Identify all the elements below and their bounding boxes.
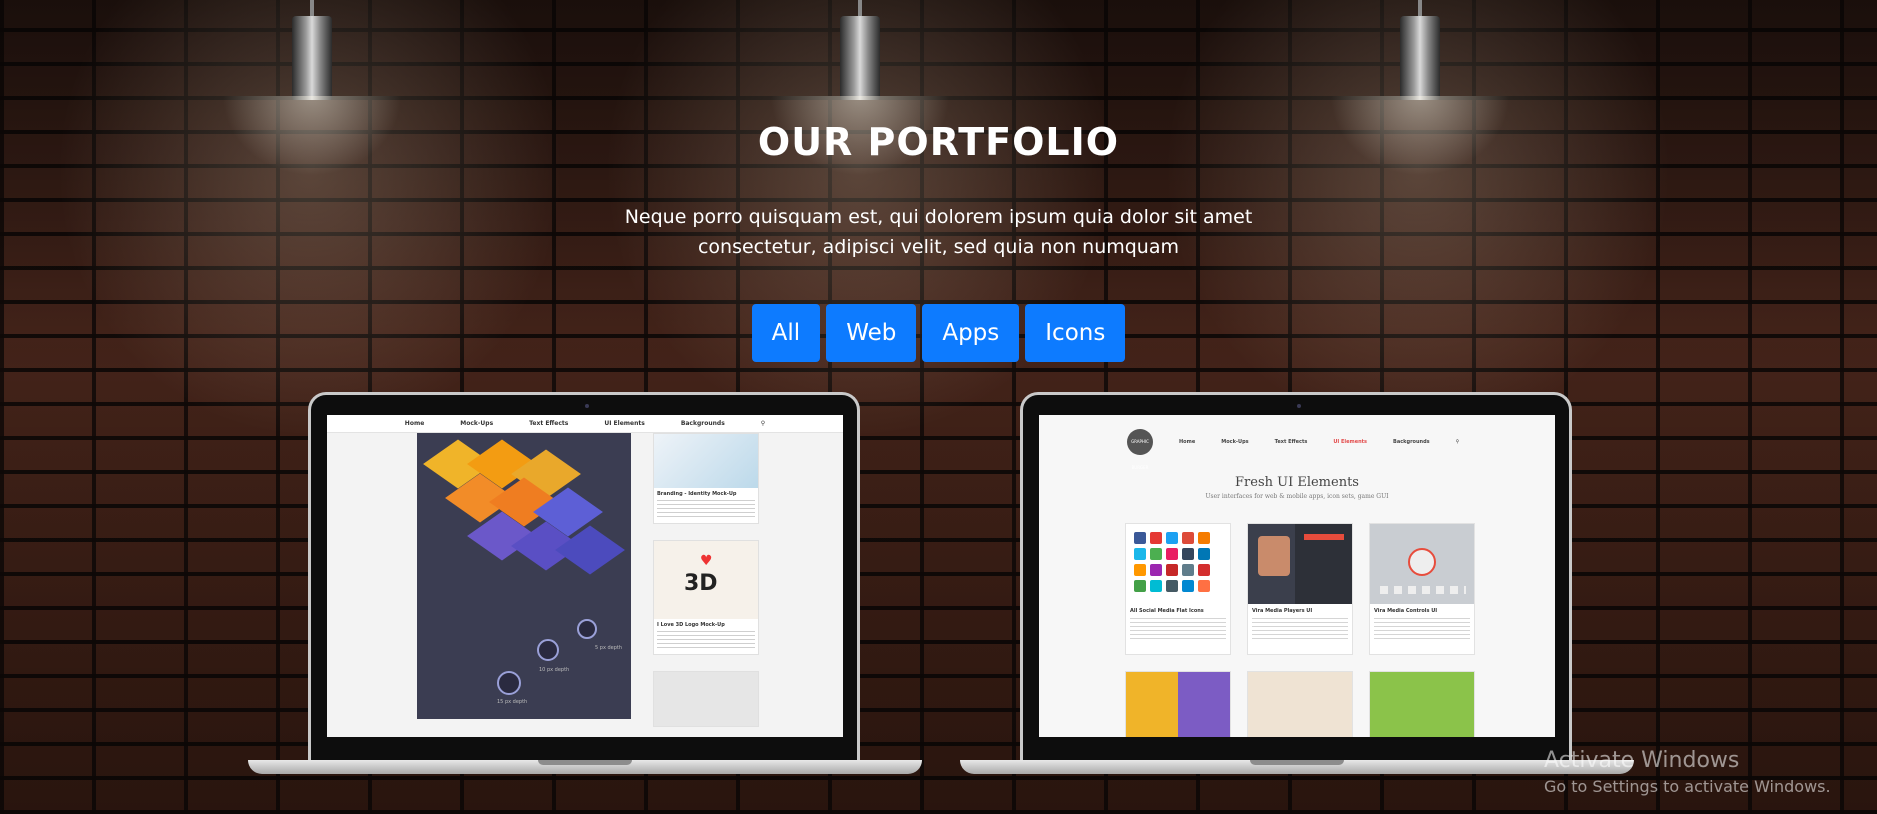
depth-label: 15 px depth — [497, 699, 528, 705]
card-caption: I Love 3D Logo Mock-Up — [657, 622, 725, 628]
card-caption: Branding - Identity Mock-Up — [657, 491, 737, 497]
screen-nav-item: Backgrounds — [1393, 439, 1430, 445]
screen-navbar: Home Mock-Ups Text Effects UI Elements B… — [1179, 439, 1459, 445]
screen-nav-item: UI Elements — [604, 420, 645, 427]
ceiling-lamp-icon — [1330, 0, 1510, 176]
screen-card — [1247, 671, 1353, 737]
filter-icons-button[interactable]: Icons — [1025, 304, 1126, 362]
search-icon: ⚲ — [1455, 439, 1460, 445]
portfolio-header: OUR PORTFOLIO Neque porro quisquam est, … — [0, 120, 1877, 262]
depth-label: 10 px depth — [539, 667, 570, 673]
screen-nav-item: Text Effects — [529, 420, 569, 427]
screen-card: Vira Media Controls UI — [1369, 523, 1475, 655]
screen-card — [653, 671, 759, 727]
ceiling-lamp-icon — [770, 0, 950, 176]
screen-card: Vira Media Players UI — [1247, 523, 1353, 655]
screen-card: ♥ 3D I Love 3D Logo Mock-Up — [653, 540, 759, 655]
filter-bar: All Web Apps Icons — [0, 304, 1877, 362]
site-logo: GRAPHIC BURGER — [1127, 429, 1153, 470]
screen-card — [1125, 671, 1231, 737]
ceiling-lamp-icon — [222, 0, 402, 176]
screen-heading: Fresh UI Elements User interfaces for we… — [1039, 415, 1555, 500]
screen-card: Branding - Identity Mock-Up — [653, 433, 759, 524]
screen-card-column: Branding - Identity Mock-Up ♥ 3D I Love … — [653, 433, 759, 737]
portfolio-item-laptop-right[interactable]: GRAPHIC BURGER Home Mock-Ups Text Effect… — [960, 392, 1634, 782]
screen-heading-subtitle: User interfaces for web & mobile apps, i… — [1205, 493, 1389, 500]
page-subtitle: Neque porro quisquam est, qui dolorem ip… — [624, 206, 1253, 258]
screen-card — [1369, 671, 1475, 737]
screen-nav-item: Mock-Ups — [1221, 439, 1249, 445]
screen-card: All Social Media Flat Icons — [1125, 523, 1231, 655]
watermark-subtitle: Go to Settings to activate Windows. — [1544, 777, 1831, 796]
laptop-screen-left: Home Mock-Ups Text Effects UI Elements B… — [327, 415, 843, 737]
screen-nav-item: UI Elements — [1333, 439, 1368, 445]
screen-nav-item: Mock-Ups — [460, 420, 494, 427]
screen-nav-item: Home — [404, 420, 425, 427]
card-caption: Vira Media Controls UI — [1374, 608, 1438, 614]
laptop-screen-right: GRAPHIC BURGER Home Mock-Ups Text Effect… — [1039, 415, 1555, 737]
screen-card-grid: All Social Media Flat Icons Vira Media P… — [1125, 523, 1475, 737]
laptop-lid: GRAPHIC BURGER Home Mock-Ups Text Effect… — [1020, 392, 1572, 762]
filter-web-button[interactable]: Web — [826, 304, 917, 362]
camera-icon — [585, 404, 589, 408]
social-icons-image — [1126, 524, 1230, 600]
portfolio-item-laptop-left[interactable]: Home Mock-Ups Text Effects UI Elements B… — [248, 392, 922, 782]
filter-apps-button[interactable]: Apps — [922, 304, 1020, 362]
laptop-base — [960, 760, 1634, 774]
page-title: OUR PORTFOLIO — [757, 120, 1120, 164]
screen-nav-item: Backgrounds — [680, 420, 725, 427]
camera-icon — [1297, 404, 1301, 408]
screen-heading-title: Fresh UI Elements — [1235, 475, 1359, 490]
depth-label: 5 px depth — [595, 645, 623, 651]
isometric-mockup-image: 5 px depth 10 px depth 15 px depth — [417, 433, 631, 719]
windows-activation-watermark: Activate Windows Go to Settings to activ… — [1544, 748, 1831, 796]
laptop-lid: Home Mock-Ups Text Effects UI Elements B… — [308, 392, 860, 762]
card-caption: Vira Media Players UI — [1252, 608, 1313, 614]
search-icon: ⚲ — [760, 420, 766, 427]
watermark-title: Activate Windows — [1544, 748, 1740, 773]
screen-nav-item: Text Effects — [1274, 439, 1308, 445]
screen-navbar: Home Mock-Ups Text Effects UI Elements B… — [327, 415, 843, 433]
laptop-base — [248, 760, 922, 774]
heart-icon: ♥ — [700, 553, 713, 569]
screen-nav-item: Home — [1179, 439, 1196, 445]
filter-all-button[interactable]: All — [751, 304, 821, 362]
card-caption: All Social Media Flat Icons — [1130, 608, 1204, 614]
